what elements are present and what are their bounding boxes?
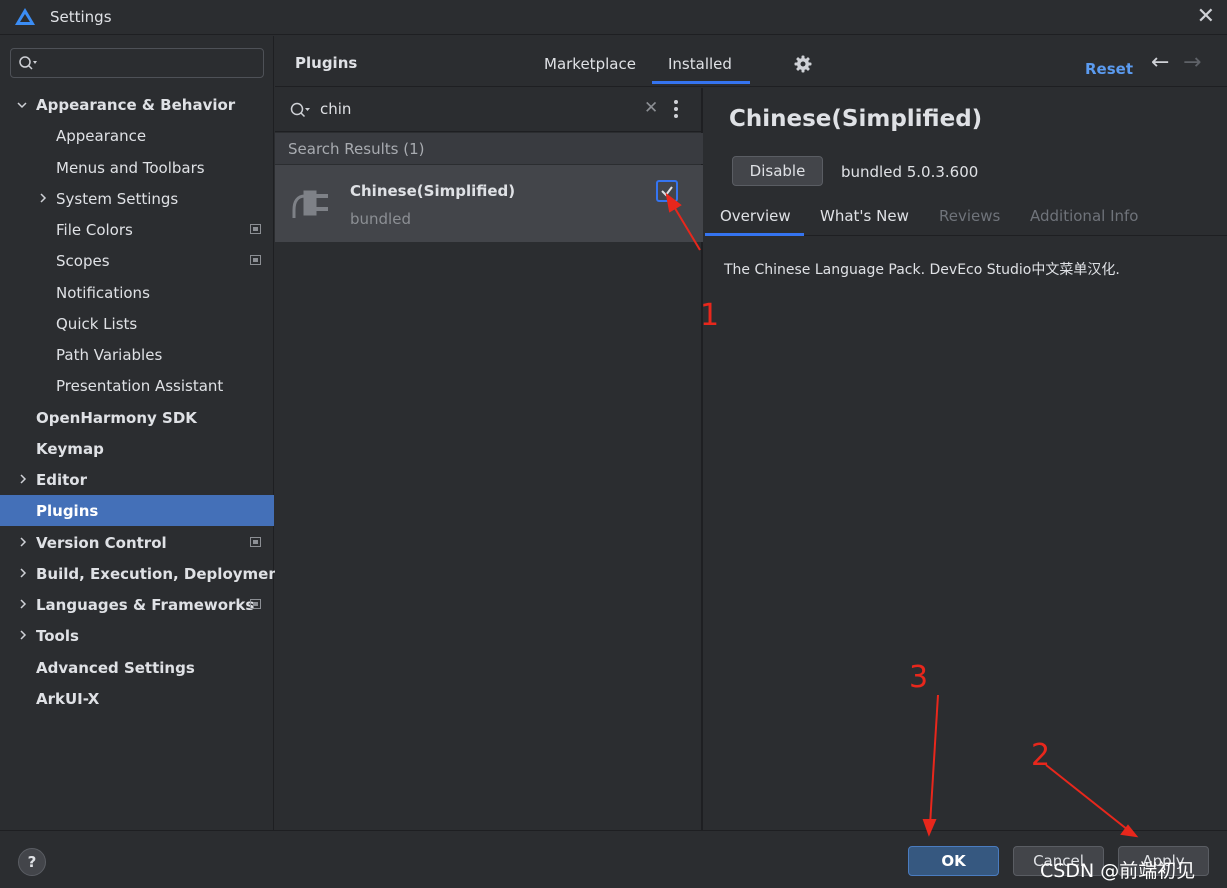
sidebar-item-path-variables[interactable]: Path Variables	[0, 339, 274, 370]
sidebar-item-label: Notifications	[56, 283, 150, 302]
plugin-list-item[interactable]: Chinese(Simplified) bundled	[275, 165, 703, 242]
sidebar-item-appearance-behavior[interactable]: Appearance & Behavior	[0, 89, 274, 120]
chevron-right-icon	[20, 630, 27, 640]
ok-button[interactable]: OK	[908, 846, 999, 876]
sidebar-item-quick-lists[interactable]: Quick Lists	[0, 308, 274, 339]
tab-additional-info[interactable]: Additional Info	[1030, 207, 1138, 225]
sidebar-search-input[interactable]	[10, 48, 264, 78]
plugin-search-field[interactable]: chin ✕	[275, 88, 703, 132]
sidebar-item-menus-toolbars[interactable]: Menus and Toolbars	[0, 152, 274, 183]
project-level-icon	[250, 224, 261, 234]
tab-overview[interactable]: Overview	[720, 207, 791, 225]
plugin-search-value[interactable]: chin	[320, 100, 351, 118]
dialog-footer: ? OK Cancel Apply CSDN @前端初见	[0, 830, 1227, 888]
sidebar-item-version-control[interactable]: Version Control	[0, 527, 274, 558]
chevron-right-icon	[20, 474, 27, 484]
search-results-header: Search Results (1)	[275, 133, 703, 164]
sidebar-item-file-colors[interactable]: File Colors	[0, 214, 274, 245]
sidebar-item-label: Advanced Settings	[36, 658, 195, 677]
deveco-logo-icon	[15, 8, 35, 25]
sidebar-item-label: File Colors	[56, 220, 133, 239]
search-results-label: Search Results (1)	[288, 140, 425, 158]
sidebar-item-plugins[interactable]: Plugins	[0, 495, 274, 526]
forward-arrow-icon[interactable]: →	[1183, 52, 1201, 74]
sidebar-item-label: Presentation Assistant	[56, 376, 224, 395]
chevron-right-icon	[20, 568, 27, 578]
checkmark-icon	[661, 186, 673, 197]
back-arrow-icon[interactable]: ←	[1151, 52, 1169, 74]
tab-reviews[interactable]: Reviews	[939, 207, 1000, 225]
sidebar-item-arkui-x[interactable]: ArkUI-X	[0, 683, 274, 714]
sidebar-item-label: Menus and Toolbars	[56, 158, 205, 177]
sidebar-item-label: OpenHarmony SDK	[36, 408, 197, 427]
page-title: Plugins	[295, 54, 358, 72]
settings-sidebar: Appearance & Behavior Appearance Menus a…	[0, 36, 286, 830]
clear-search-icon[interactable]: ✕	[644, 98, 658, 118]
gear-icon[interactable]	[794, 55, 812, 73]
sidebar-item-openharmony-sdk[interactable]: OpenHarmony SDK	[0, 402, 274, 433]
sidebar-item-label: Tools	[36, 626, 79, 645]
sidebar-item-presentation-assistant[interactable]: Presentation Assistant	[0, 370, 274, 401]
annotation-label-1: 1	[700, 298, 720, 333]
chevron-right-icon	[40, 193, 47, 203]
sidebar-item-label: Version Control	[36, 533, 167, 552]
sidebar-item-label: Path Variables	[56, 345, 163, 364]
sidebar-item-keymap[interactable]: Keymap	[0, 433, 274, 464]
search-icon	[19, 56, 37, 70]
tab-whats-new[interactable]: What's New	[820, 207, 909, 225]
chevron-right-icon	[20, 599, 27, 609]
plugin-name: Chinese(Simplified)	[350, 182, 516, 200]
sidebar-item-label: Quick Lists	[56, 314, 138, 333]
sidebar-item-label: Languages & Frameworks	[36, 595, 255, 614]
search-icon	[290, 102, 310, 118]
plugin-version: bundled 5.0.3.600	[841, 163, 979, 181]
active-detail-tab-indicator	[705, 233, 804, 236]
sidebar-item-tools[interactable]: Tools	[0, 620, 274, 651]
plugin-detail-title: Chinese(Simplified)	[729, 106, 983, 132]
sidebar-item-label: Keymap	[36, 439, 104, 458]
sidebar-item-languages-frameworks[interactable]: Languages & Frameworks	[0, 589, 274, 620]
sidebar-item-label: Build, Execution, Deployment	[36, 564, 287, 583]
active-tab-indicator	[652, 81, 750, 84]
plugin-list-panel: chin ✕ Search Results (1) Chinese(Simpli…	[275, 88, 703, 830]
sidebar-item-scopes[interactable]: Scopes	[0, 245, 274, 276]
sidebar-item-label: Appearance	[56, 126, 147, 145]
tab-installed[interactable]: Installed	[668, 55, 732, 73]
window-title: Settings	[50, 8, 112, 26]
plugin-description: The Chinese Language Pack. DevEco Studio…	[724, 262, 1120, 278]
sidebar-item-label: System Settings	[56, 189, 179, 208]
chevron-down-icon	[17, 102, 27, 109]
sidebar-item-label: Plugins	[36, 501, 99, 520]
project-level-icon	[250, 599, 261, 609]
sidebar-item-label: Editor	[36, 470, 87, 489]
tab-marketplace[interactable]: Marketplace	[544, 55, 636, 73]
sidebar-item-build-execution-deployment[interactable]: Build, Execution, Deployment	[0, 558, 286, 589]
plugin-detail-panel: Chinese(Simplified) Disable bundled 5.0.…	[705, 88, 1227, 830]
sidebar-item-label: Appearance & Behavior	[36, 95, 236, 114]
reset-link[interactable]: Reset	[1085, 60, 1133, 78]
sidebar-item-label: ArkUI-X	[36, 689, 100, 708]
sidebar-item-label: Scopes	[56, 251, 110, 270]
sidebar-item-notifications[interactable]: Notifications	[0, 277, 274, 308]
more-options-icon[interactable]	[673, 100, 679, 120]
disable-button[interactable]: Disable	[732, 156, 823, 186]
title-bar: Settings ✕	[0, 0, 1227, 35]
close-icon[interactable]: ✕	[1197, 5, 1215, 29]
project-level-icon	[250, 255, 261, 265]
annotation-label-2: 2	[1031, 738, 1051, 773]
plugin-subtitle: bundled	[350, 210, 411, 228]
sidebar-item-appearance[interactable]: Appearance	[0, 120, 274, 151]
sidebar-item-system-settings[interactable]: System Settings	[0, 183, 274, 214]
chevron-right-icon	[20, 537, 27, 547]
watermark: CSDN @前端初见	[1040, 860, 1196, 882]
plugin-enabled-checkbox[interactable]	[656, 180, 678, 202]
help-button[interactable]: ?	[18, 848, 46, 876]
sidebar-item-editor[interactable]: Editor	[0, 464, 274, 495]
annotation-label-3: 3	[909, 660, 929, 695]
plugins-header: Plugins Marketplace Installed Reset ← →	[275, 36, 1227, 87]
project-level-icon	[250, 537, 261, 547]
plugin-plug-icon	[292, 190, 328, 218]
sidebar-item-advanced-settings[interactable]: Advanced Settings	[0, 652, 274, 683]
